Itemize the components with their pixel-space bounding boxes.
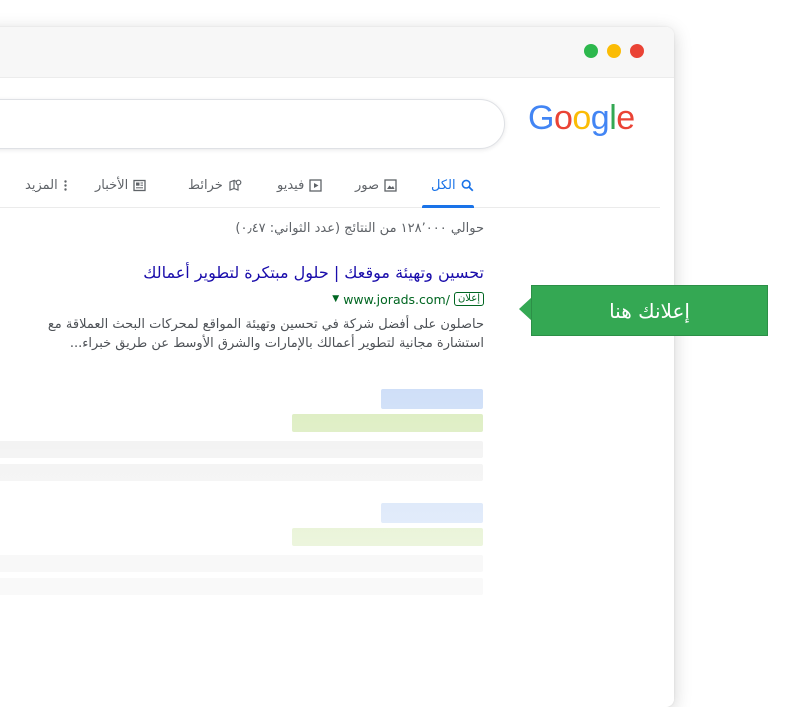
- tab-label: خرائط: [188, 177, 223, 193]
- caret-down-icon[interactable]: ▼: [332, 294, 339, 304]
- ad-badge: إعلان: [453, 292, 484, 306]
- minimize-button[interactable]: [607, 44, 621, 58]
- tab-videos[interactable]: فيديو: [277, 174, 322, 196]
- tab-label: الأخبار: [95, 177, 129, 193]
- ad-description-line: استشارة مجانية لتطوير أعمالك بالإمارات و…: [69, 336, 484, 351]
- callout-label: إعلانك هنا: [609, 298, 690, 323]
- placeholder-line: [0, 441, 483, 458]
- logo-letter: o: [572, 99, 591, 137]
- search-tabs: الكل صور فيديو خرائط الأخبار المزيد: [0, 169, 660, 208]
- placeholder-title: [381, 503, 483, 523]
- tab-news[interactable]: الأخبار: [95, 174, 146, 196]
- tab-label: المزيد: [25, 177, 58, 193]
- tab-label: فيديو: [277, 177, 305, 193]
- tab-all[interactable]: الكل: [431, 174, 474, 196]
- active-tab-indicator: [422, 205, 474, 208]
- logo-letter: e: [616, 99, 635, 137]
- image-icon: [384, 178, 397, 192]
- ad-description-line: حاصلون على أفضل شركة في تحسين وتهيئة الم…: [47, 317, 484, 332]
- news-icon: [133, 179, 146, 192]
- placeholder-url: [292, 528, 483, 546]
- close-button[interactable]: [630, 44, 644, 58]
- google-logo[interactable]: Google: [528, 99, 635, 138]
- result-stats: حوالي ١٢٨٬٠٠٠ من النتائج (عدد الثواني: ٠…: [235, 221, 484, 236]
- logo-letter: G: [528, 99, 554, 137]
- logo-letter: l: [609, 99, 617, 137]
- tab-label: صور: [355, 177, 380, 193]
- title-bar: [0, 27, 674, 78]
- more-vert-icon: [63, 179, 68, 192]
- browser-window: Google الكل صور فيديو خرائط الأخبار المز…: [0, 27, 674, 707]
- placeholder-url: [292, 414, 483, 432]
- placeholder-line: [0, 464, 483, 481]
- ad-title-link[interactable]: تحسين وتهيئة موقعك | حلول مبتكرة لتطوير …: [143, 263, 484, 282]
- tab-maps[interactable]: خرائط: [188, 174, 242, 196]
- placeholder-line: [0, 578, 483, 595]
- search-input[interactable]: [0, 99, 505, 149]
- placeholder-line: [0, 555, 483, 572]
- video-icon: [309, 178, 322, 192]
- ad-callout: إعلانك هنا: [531, 285, 768, 336]
- maximize-button[interactable]: [584, 44, 598, 58]
- ad-url-line: ▼ www.jorads.com/ إعلان: [332, 291, 484, 307]
- logo-letter: o: [553, 99, 573, 137]
- map-icon: [228, 178, 242, 192]
- ad-description: حاصلون على أفضل شركة في تحسين وتهيئة الم…: [48, 315, 484, 353]
- tab-images[interactable]: صور: [355, 174, 397, 196]
- logo-letter: g: [590, 99, 610, 137]
- search-icon: [461, 179, 474, 192]
- ad-url[interactable]: www.jorads.com/: [343, 292, 450, 307]
- tab-more[interactable]: المزيد: [25, 174, 68, 196]
- tab-label: الكل: [431, 177, 456, 193]
- placeholder-title: [381, 389, 483, 409]
